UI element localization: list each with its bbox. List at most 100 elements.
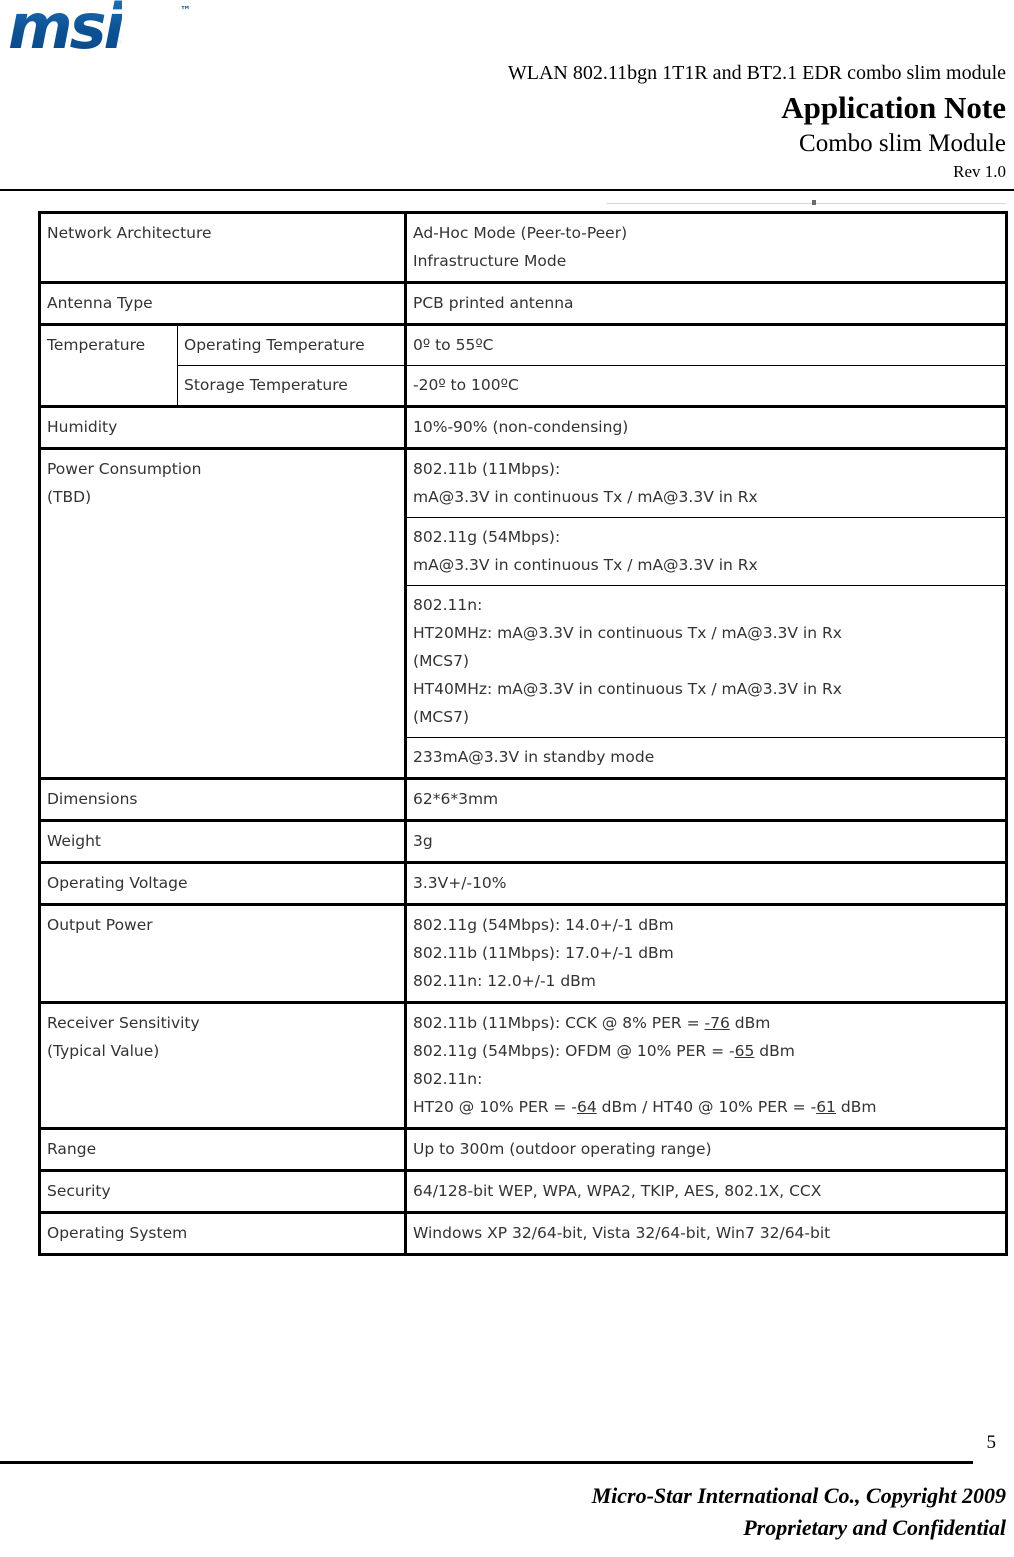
cell-text: dBm bbox=[729, 1014, 771, 1032]
cell-text: HT40MHz: mA@3.3V in continuous Tx / mA@3… bbox=[413, 680, 842, 698]
cell-text: Operating Temperature bbox=[184, 336, 365, 354]
cell-text: Receiver Sensitivity bbox=[47, 1014, 200, 1032]
cell-text: Network Architecture bbox=[47, 224, 212, 242]
cell-text: 802.11g (54Mbps): OFDM @ 10% PER = - bbox=[413, 1042, 735, 1060]
cell-text: (MCS7) bbox=[413, 652, 470, 670]
cell-text: Windows XP 32/64-bit, Vista 32/64-bit, W… bbox=[413, 1224, 831, 1242]
row-value-antenna-type: PCB printed antenna bbox=[404, 281, 1009, 325]
row-value-power-11b: 802.11b (11Mbps): mA@3.3V in continuous … bbox=[404, 447, 1009, 518]
sensitivity-value-ht40: 61 bbox=[816, 1098, 836, 1116]
row-value-power-11g: 802.11g (54Mbps): mA@3.3V in continuous … bbox=[404, 517, 1009, 586]
row-value-network-architecture: Ad-Hoc Mode (Peer-to-Peer) Infrastructur… bbox=[404, 211, 1009, 283]
cell-text: 10%-90% (non-condensing) bbox=[413, 418, 629, 436]
footer-confidential-line: Proprietary and Confidential bbox=[743, 1515, 1006, 1540]
sensitivity-value-11b: -76 bbox=[704, 1014, 730, 1032]
table-row: Network Architecture Ad-Hoc Mode (Peer-t… bbox=[37, 211, 1009, 283]
row-value-weight: 3g bbox=[404, 819, 1009, 863]
revision-text: Rev 1.0 bbox=[953, 162, 1006, 181]
row-label-storage-temperature: Storage Temperature bbox=[176, 365, 407, 407]
cell-text: 802.11n: 12.0+/-1 dBm bbox=[413, 972, 596, 990]
cell-text: 802.11n: bbox=[413, 1070, 483, 1088]
table-row: Security 64/128-bit WEP, WPA, WPA2, TKIP… bbox=[37, 1169, 1009, 1213]
row-label-power-consumption: Power Consumption (TBD) bbox=[37, 447, 407, 779]
row-value-power-11n: 802.11n: HT20MHz: mA@3.3V in continuous … bbox=[404, 585, 1009, 738]
cell-text: Operating Voltage bbox=[47, 874, 188, 892]
row-value-operating-system: Windows XP 32/64-bit, Vista 32/64-bit, W… bbox=[404, 1211, 1009, 1256]
footer-company-line: Micro-Star International Co., Copyright … bbox=[591, 1483, 1006, 1508]
cell-text: HT20MHz: mA@3.3V in continuous Tx / mA@3… bbox=[413, 624, 842, 642]
cell-text: mA@3.3V in continuous Tx / mA@3.3V in Rx bbox=[413, 488, 758, 506]
cell-text: 802.11n: bbox=[413, 596, 483, 614]
row-value-dimensions: 62*6*3mm bbox=[404, 777, 1009, 821]
cell-text: dBm / HT40 @ 10% PER = - bbox=[596, 1098, 817, 1116]
cell-text: Power Consumption bbox=[47, 460, 202, 478]
table-row: Power Consumption (TBD) 802.11b (11Mbps)… bbox=[37, 447, 1009, 779]
table-row: Operating System Windows XP 32/64-bit, V… bbox=[37, 1211, 1009, 1256]
row-label-output-power: Output Power bbox=[37, 903, 407, 1003]
cell-text: Up to 300m (outdoor operating range) bbox=[413, 1140, 712, 1158]
scan-artifact-dot bbox=[812, 200, 816, 205]
cell-text: 802.11b (11Mbps): CCK @ 8% PER = bbox=[413, 1014, 705, 1032]
specification-table: Network Architecture Ad-Hoc Mode (Peer-t… bbox=[37, 211, 1009, 1256]
row-label-operating-system: Operating System bbox=[37, 1211, 407, 1256]
table-row: Range Up to 300m (outdoor operating rang… bbox=[37, 1127, 1009, 1171]
table-row: Operating Voltage 3.3V+/-10% bbox=[37, 861, 1009, 905]
page-subtitle: Combo slim Module bbox=[799, 130, 1006, 157]
msi-logo: msi msi ™ bbox=[8, 0, 218, 78]
table-row: Dimensions 62*6*3mm bbox=[37, 777, 1009, 821]
table-row: Antenna Type PCB printed antenna bbox=[37, 281, 1009, 325]
cell-text: Ad-Hoc Mode (Peer-to-Peer) bbox=[413, 224, 628, 242]
cell-text: Operating System bbox=[47, 1224, 188, 1242]
cell-text: HT20 @ 10% PER = - bbox=[413, 1098, 577, 1116]
table-row: Receiver Sensitivity (Typical Value) 802… bbox=[37, 1001, 1009, 1129]
page-title: Application Note bbox=[781, 90, 1006, 125]
cell-text: 0º to 55ºC bbox=[413, 336, 494, 354]
product-line-text: WLAN 802.11bgn 1T1R and BT2.1 EDR combo … bbox=[507, 62, 1006, 84]
row-label-operating-temperature: Operating Temperature bbox=[176, 323, 407, 366]
document-page: msi msi ™ WLAN 802.11bgn 1T1R and BT2.1 … bbox=[0, 0, 1014, 1557]
row-value-output-power: 802.11g (54Mbps): 14.0+/-1 dBm 802.11b (… bbox=[404, 903, 1009, 1003]
cell-text: 3.3V+/-10% bbox=[413, 874, 507, 892]
row-value-power-standby: 233mA@3.3V in standby mode bbox=[404, 737, 1009, 779]
cell-text: dBm bbox=[754, 1042, 795, 1060]
table-row: Weight 3g bbox=[37, 819, 1009, 863]
sensitivity-value-11g: 65 bbox=[734, 1042, 755, 1060]
row-value-security: 64/128-bit WEP, WPA, WPA2, TKIP, AES, 80… bbox=[404, 1169, 1009, 1213]
cell-text: Weight bbox=[47, 832, 102, 850]
cell-text: mA@3.3V in continuous Tx / mA@3.3V in Rx bbox=[413, 556, 758, 574]
cell-text: (TBD) bbox=[47, 488, 92, 506]
cell-text: (Typical Value) bbox=[47, 1042, 160, 1060]
cell-text: Infrastructure Mode bbox=[413, 252, 567, 270]
footer-copyright: Micro-Star International Co., Copyright … bbox=[592, 1480, 1006, 1544]
cell-text: dBm bbox=[835, 1098, 877, 1116]
row-label-operating-voltage: Operating Voltage bbox=[37, 861, 407, 905]
sensitivity-line-11g: 802.11g (54Mbps): OFDM @ 10% PER = -65 d… bbox=[413, 1037, 999, 1065]
sensitivity-line-11n: HT20 @ 10% PER = -64 dBm / HT40 @ 10% PE… bbox=[413, 1093, 999, 1121]
cell-text: 802.11g (54Mbps): bbox=[413, 528, 561, 546]
scan-artifact-line bbox=[606, 203, 1006, 204]
cell-text: (MCS7) bbox=[413, 708, 470, 726]
cell-text: PCB printed antenna bbox=[413, 294, 574, 312]
page-number: 5 bbox=[986, 1432, 997, 1453]
row-label-receiver-sensitivity: Receiver Sensitivity (Typical Value) bbox=[37, 1001, 407, 1129]
cell-text: 802.11g (54Mbps): 14.0+/-1 dBm bbox=[413, 916, 674, 934]
cell-text: Output Power bbox=[47, 916, 153, 934]
row-value-receiver-sensitivity: 802.11b (11Mbps): CCK @ 8% PER = -76 dBm… bbox=[404, 1001, 1009, 1129]
table-row: Humidity 10%-90% (non-condensing) bbox=[37, 405, 1009, 449]
cell-text: Humidity bbox=[47, 418, 118, 436]
cell-text: 802.11b (11Mbps): 17.0+/-1 dBm bbox=[413, 944, 674, 962]
cell-text: 233mA@3.3V in standby mode bbox=[413, 748, 655, 766]
row-label-dimensions: Dimensions bbox=[37, 777, 407, 821]
row-value-storage-temperature: -20º to 100ºC bbox=[404, 365, 1009, 407]
row-label-network-architecture: Network Architecture bbox=[37, 211, 407, 283]
cell-text: Security bbox=[47, 1182, 111, 1200]
table-row: Storage Temperature -20º to 100ºC bbox=[40, 365, 1009, 407]
header-divider bbox=[0, 189, 1014, 191]
trademark-symbol: ™ bbox=[180, 4, 191, 17]
row-value-operating-voltage: 3.3V+/-10% bbox=[404, 861, 1009, 905]
row-label-humidity: Humidity bbox=[37, 405, 407, 449]
row-value-operating-temperature: 0º to 55ºC bbox=[404, 323, 1009, 366]
cell-text: Dimensions bbox=[47, 790, 138, 808]
table-row: Temperature Operating Temperature 0º to … bbox=[38, 323, 1009, 407]
table-row: Output Power 802.11g (54Mbps): 14.0+/-1 … bbox=[37, 903, 1009, 1003]
